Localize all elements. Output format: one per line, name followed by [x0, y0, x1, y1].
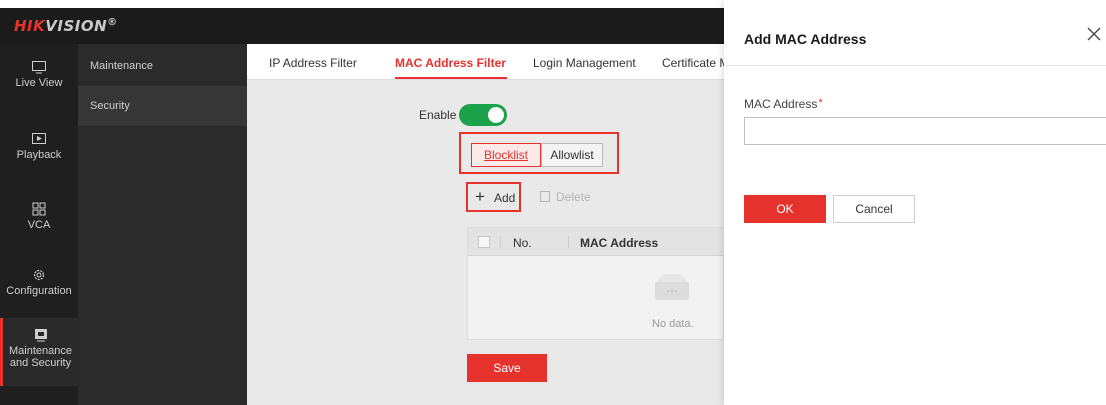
gear-icon — [33, 269, 45, 281]
submenu-item-maintenance[interactable]: Maintenance — [78, 46, 247, 86]
rail-item-label: Live View — [15, 77, 63, 89]
tab-login-management[interactable]: Login Management — [533, 56, 636, 70]
rail-item-label: Configuration — [6, 285, 72, 297]
column-divider — [500, 236, 501, 248]
delete-button[interactable]: Delete — [540, 190, 591, 204]
top-bar: HIKVISION® — [0, 8, 724, 44]
rail-item-label: Playback — [16, 149, 62, 161]
enable-toggle[interactable] — [459, 104, 507, 126]
brand-logo: HIKVISION® — [14, 17, 118, 35]
empty-state-text: No data. — [652, 318, 694, 330]
rail-item-label-line2: and Security — [9, 357, 72, 369]
add-button[interactable]: + Add — [466, 182, 521, 212]
monitor-icon — [32, 61, 46, 74]
app-window: HIKVISION® Live View Playback VCA Config… — [0, 0, 1106, 405]
rail-item-playback[interactable]: Playback — [0, 132, 78, 161]
mac-address-label: MAC Address* — [744, 97, 823, 111]
add-mac-address-dialog: Add MAC Address MAC Address* OK Cancel — [724, 0, 1106, 405]
tab-certificate[interactable]: Certificate M — [662, 56, 724, 70]
required-mark: * — [818, 97, 823, 109]
dialog-title: Add MAC Address — [744, 31, 867, 47]
close-icon[interactable] — [1086, 26, 1102, 42]
rail-item-maintenance-security[interactable]: Maintenance and Security — [0, 318, 78, 386]
tab-bar: IP Address Filter MAC Address Filter Log… — [247, 44, 724, 80]
table-header: No. MAC Address — [468, 228, 725, 256]
shield-icon — [34, 329, 47, 342]
mac-address-input[interactable] — [744, 117, 1106, 145]
column-header-no: No. — [513, 236, 532, 250]
filter-mode-selector: Blocklist Allowlist — [459, 132, 619, 174]
add-label: Add — [494, 191, 516, 205]
sub-menu: Maintenance Security — [78, 44, 247, 405]
rail-item-label-line1: Maintenance — [9, 345, 72, 357]
cancel-button[interactable]: Cancel — [833, 195, 915, 223]
submenu-item-security[interactable]: Security — [78, 86, 247, 126]
rail-item-vca[interactable]: VCA — [0, 202, 78, 231]
ok-button[interactable]: OK — [744, 195, 826, 223]
save-button[interactable]: Save — [467, 354, 547, 382]
main-content: IP Address Filter MAC Address Filter Log… — [247, 44, 725, 405]
registered-mark: ® — [107, 17, 118, 28]
allowlist-button[interactable]: Allowlist — [541, 143, 603, 167]
enable-label: Enable — [419, 108, 457, 122]
mac-address-table: No. MAC Address No data. — [467, 227, 725, 340]
empty-box-icon — [655, 274, 689, 300]
tab-mac-address-filter[interactable]: MAC Address Filter — [395, 56, 506, 70]
rail-item-configuration[interactable]: Configuration — [0, 268, 78, 297]
tab-ip-address-filter[interactable]: IP Address Filter — [269, 56, 357, 70]
column-header-mac-address: MAC Address — [580, 236, 659, 250]
toggle-knob — [488, 107, 504, 123]
blocklist-button[interactable]: Blocklist — [471, 143, 541, 167]
active-tab-indicator — [395, 77, 507, 79]
brand-name-gray: VISION — [45, 17, 108, 35]
rail-item-label: VCA — [27, 219, 51, 231]
trash-icon — [540, 191, 550, 202]
play-icon — [32, 133, 46, 144]
rail-item-live-view[interactable]: Live View — [0, 60, 78, 89]
delete-label: Delete — [556, 190, 591, 204]
mac-address-label-text: MAC Address — [744, 97, 818, 111]
grid-icon — [32, 202, 46, 216]
column-divider — [568, 236, 569, 248]
brand-name-red: HIK — [14, 17, 46, 35]
main-nav-rail: Live View Playback VCA Configuration Mai… — [0, 44, 78, 405]
plus-icon: + — [475, 187, 485, 206]
select-all-checkbox[interactable] — [478, 236, 490, 248]
dialog-divider — [724, 65, 1106, 66]
